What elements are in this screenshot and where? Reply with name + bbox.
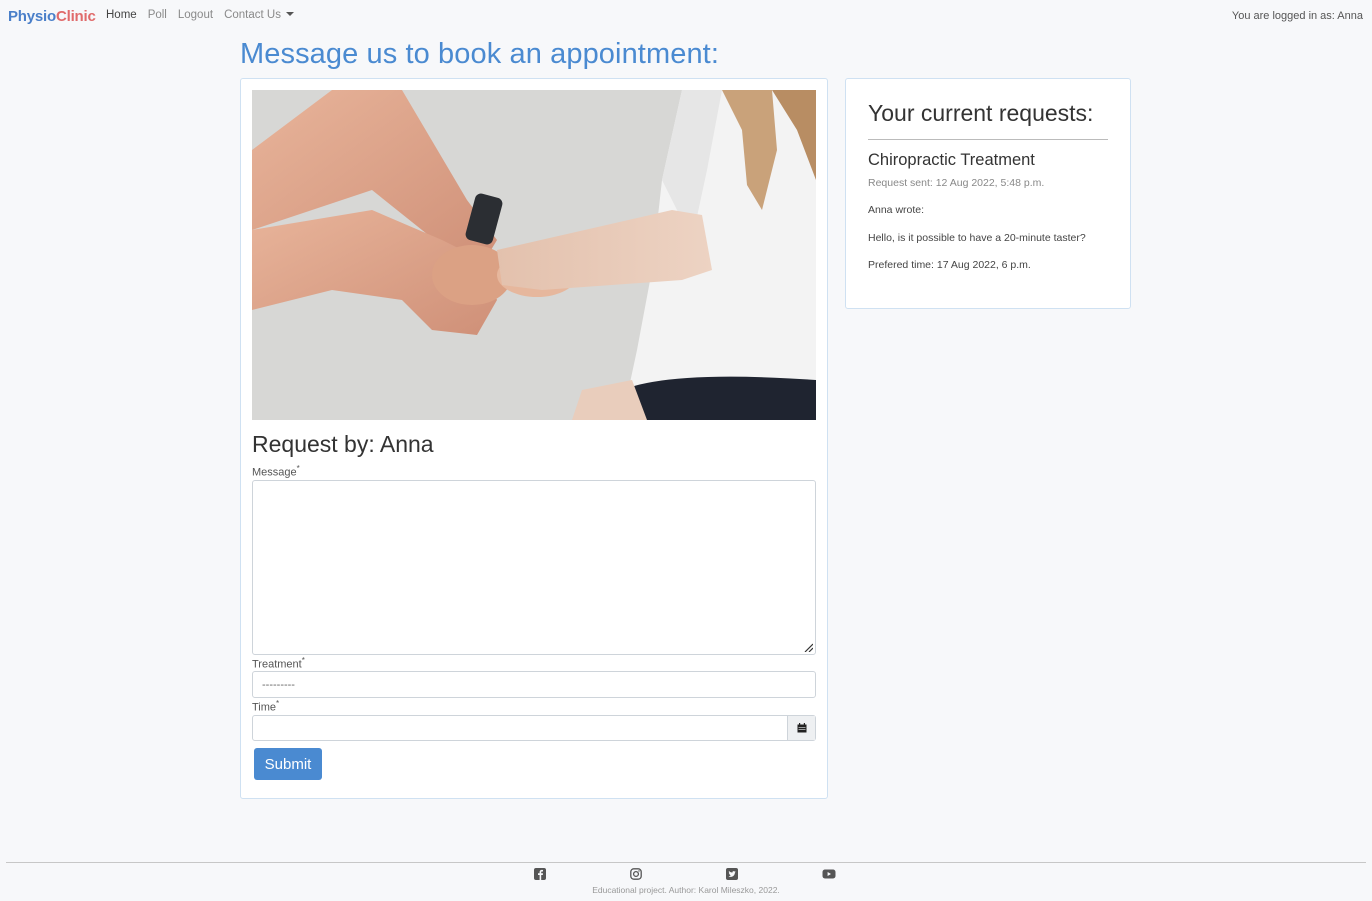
- brand-part-physio: Physio: [8, 8, 56, 25]
- message-textarea[interactable]: [252, 480, 816, 655]
- current-requests-card: Your current requests: Chiropractic Trea…: [845, 78, 1131, 309]
- brand-logo[interactable]: PhysioClinic: [8, 8, 96, 25]
- time-label: Time*: [252, 699, 279, 714]
- footer-credit: Educational project. Author: Karol Miles…: [592, 885, 780, 895]
- nav-contact-label: Contact Us: [224, 9, 281, 21]
- navbar: PhysioClinic Home Poll Logout Contact Us…: [0, 0, 1372, 32]
- treatment-label-text: Treatment: [252, 658, 302, 671]
- footer-divider: [6, 862, 1366, 863]
- treatment-label: Treatment*: [252, 656, 305, 671]
- twitter-icon[interactable]: [726, 868, 738, 880]
- facebook-icon[interactable]: [534, 868, 546, 880]
- required-mark: *: [301, 656, 305, 665]
- request-treatment: Chiropractic Treatment: [868, 151, 1035, 169]
- request-message: Hello, is it possible to have a 20-minut…: [868, 232, 1086, 244]
- physiotherapy-photo: [252, 90, 816, 420]
- nav-logout[interactable]: Logout: [178, 9, 213, 21]
- nav-contact-dropdown[interactable]: Contact Us: [224, 9, 294, 21]
- required-mark: *: [276, 699, 280, 708]
- brand-part-clinic: Clinic: [55, 8, 96, 25]
- message-label-text: Message: [252, 466, 297, 479]
- request-sent-time: Request sent: 12 Aug 2022, 5:48 p.m.: [868, 177, 1045, 189]
- request-author: Anna wrote:: [868, 204, 925, 216]
- nav-links: Home Poll Logout Contact Us: [106, 9, 294, 21]
- instagram-icon[interactable]: [630, 868, 642, 880]
- resize-handle-icon[interactable]: [803, 642, 813, 652]
- page-title: Message us to book an appointment:: [240, 38, 719, 70]
- calendar-icon: [797, 723, 806, 733]
- request-preferred-time: Prefered time: 17 Aug 2022, 6 p.m.: [868, 259, 1031, 271]
- submit-button[interactable]: Submit: [254, 748, 322, 780]
- calendar-button[interactable]: [787, 716, 815, 740]
- time-input[interactable]: [252, 715, 816, 741]
- appointment-form-card: Request by: Anna Message* Treatment* ---…: [240, 78, 828, 799]
- required-mark: *: [296, 464, 300, 473]
- nav-poll[interactable]: Poll: [148, 9, 167, 21]
- chevron-down-icon: [285, 12, 294, 16]
- divider: [868, 139, 1108, 140]
- time-label-text: Time: [252, 701, 277, 714]
- treatment-select[interactable]: ---------: [252, 671, 816, 698]
- logged-in-status: You are logged in as: Anna: [1231, 10, 1363, 22]
- message-label: Message*: [252, 464, 300, 479]
- requests-title: Your current requests:: [868, 100, 1094, 126]
- request-by-heading: Request by: Anna: [252, 431, 434, 457]
- youtube-icon[interactable]: [822, 868, 836, 880]
- nav-home[interactable]: Home: [106, 9, 137, 21]
